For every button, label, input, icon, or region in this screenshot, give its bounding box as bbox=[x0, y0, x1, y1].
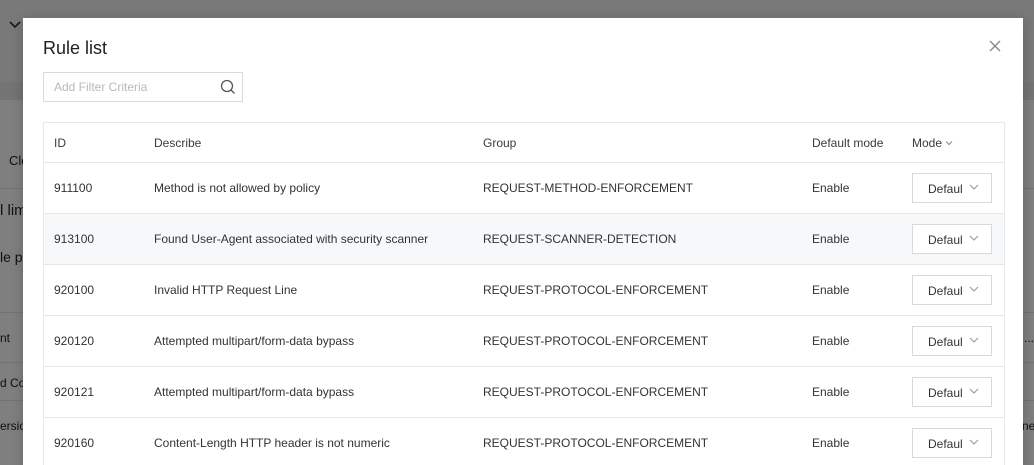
table-row: 920121 Attempted multipart/form-data byp… bbox=[44, 367, 1004, 418]
column-header-group: Group bbox=[483, 135, 517, 150]
mode-select[interactable]: Default bbox=[912, 377, 992, 407]
chevron-down-icon bbox=[969, 337, 979, 343]
rule-default-mode: Enable bbox=[812, 232, 850, 246]
table-row: 920120 Attempted multipart/form-data byp… bbox=[44, 316, 1004, 367]
rule-describe: Content-Length HTTP header is not numeri… bbox=[154, 436, 390, 450]
mode-select-value: Default bbox=[928, 284, 962, 298]
rule-default-mode: Enable bbox=[812, 334, 850, 348]
chevron-down-icon[interactable] bbox=[945, 139, 953, 147]
mode-select-value: Default bbox=[928, 386, 962, 400]
rule-table: ID Describe Group Default mode Mode 9111… bbox=[43, 122, 1005, 465]
column-header-describe: Describe bbox=[154, 135, 202, 150]
mode-select-value: Default bbox=[928, 182, 962, 196]
chevron-down-icon bbox=[969, 388, 979, 394]
rule-default-mode: Enable bbox=[812, 385, 850, 399]
table-row: 920160 Content-Length HTTP header is not… bbox=[44, 418, 1004, 465]
chevron-down-icon bbox=[969, 439, 979, 445]
table-header-row: ID Describe Group Default mode Mode bbox=[44, 123, 1004, 163]
table-row: 913100 Found User-Agent associated with … bbox=[44, 214, 1004, 265]
rule-list-modal: Rule list ID Describe Group Default mode… bbox=[23, 18, 1023, 465]
rule-group: REQUEST-PROTOCOL-ENFORCEMENT bbox=[483, 385, 709, 399]
rule-describe: Method is not allowed by policy bbox=[154, 181, 321, 195]
rule-describe: Attempted multipart/form-data bypass bbox=[154, 385, 355, 399]
modal-title: Rule list bbox=[43, 38, 108, 58]
rule-id: 920120 bbox=[54, 334, 95, 348]
filter-search-box bbox=[43, 72, 243, 102]
rule-id: 920121 bbox=[54, 385, 95, 399]
column-header-mode[interactable]: Mode bbox=[912, 123, 953, 162]
rule-default-mode: Enable bbox=[812, 181, 850, 195]
mode-select-value: Default bbox=[928, 335, 962, 349]
rule-id: 920100 bbox=[54, 283, 95, 297]
rule-describe: Invalid HTTP Request Line bbox=[154, 283, 298, 297]
mode-select[interactable]: Default bbox=[912, 173, 992, 203]
close-icon[interactable] bbox=[986, 37, 1004, 55]
rule-id: 920160 bbox=[54, 436, 95, 450]
mode-select[interactable]: Default bbox=[912, 428, 992, 458]
mode-select-value: Default bbox=[928, 437, 962, 451]
rule-group: REQUEST-SCANNER-DETECTION bbox=[483, 232, 677, 246]
rule-id: 911100 bbox=[54, 181, 93, 195]
table-row: 911100 Method is not allowed by policy R… bbox=[44, 163, 1004, 214]
mode-select[interactable]: Default bbox=[912, 224, 992, 254]
mode-select[interactable]: Default bbox=[912, 275, 992, 305]
column-header-id: ID bbox=[54, 135, 66, 150]
column-header-default-mode: Default mode bbox=[812, 135, 884, 150]
rule-group: REQUEST-PROTOCOL-ENFORCEMENT bbox=[483, 283, 709, 297]
chevron-down-icon bbox=[969, 286, 979, 292]
rule-group: REQUEST-PROTOCOL-ENFORCEMENT bbox=[483, 334, 709, 348]
rule-group: REQUEST-PROTOCOL-ENFORCEMENT bbox=[483, 436, 709, 450]
rule-describe: Found User-Agent associated with securit… bbox=[154, 232, 429, 246]
table-row: 920100 Invalid HTTP Request Line REQUEST… bbox=[44, 265, 1004, 316]
mode-select[interactable]: Default bbox=[912, 326, 992, 356]
filter-input[interactable] bbox=[44, 73, 224, 101]
rule-default-mode: Enable bbox=[812, 436, 850, 450]
chevron-down-icon bbox=[969, 184, 979, 190]
rule-group: REQUEST-METHOD-ENFORCEMENT bbox=[483, 181, 693, 195]
rule-describe: Attempted multipart/form-data bypass bbox=[154, 334, 355, 348]
rule-default-mode: Enable bbox=[812, 283, 850, 297]
search-icon[interactable] bbox=[220, 79, 236, 95]
rule-id: 913100 bbox=[54, 232, 95, 246]
column-header-mode-label: Mode bbox=[912, 135, 943, 150]
mode-select-value: Default bbox=[928, 233, 962, 247]
chevron-down-icon bbox=[969, 235, 979, 241]
